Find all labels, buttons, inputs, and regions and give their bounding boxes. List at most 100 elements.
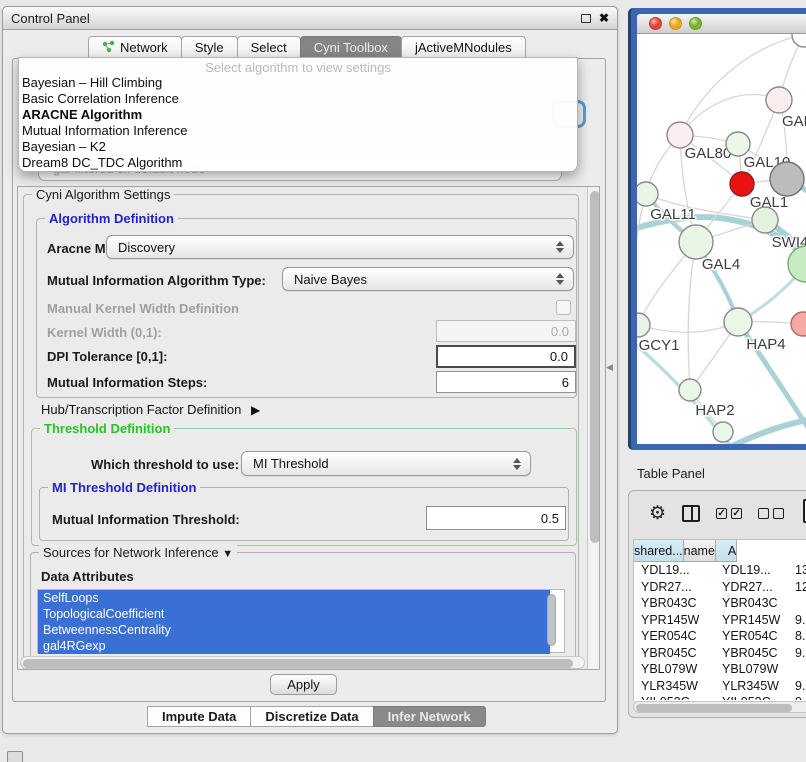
network-edge[interactable] xyxy=(637,194,646,325)
cell-value: 9. xyxy=(791,613,806,627)
tab[interactable]: Network xyxy=(88,36,182,59)
dpi-tolerance-field[interactable]: 0.0 xyxy=(436,345,576,368)
settings-horizontal-scrollbar[interactable] xyxy=(20,656,585,669)
cell-value: 8. xyxy=(791,629,806,643)
table-body: YDL19... YDL19... 13 YDR27... YDR27... 1… xyxy=(634,562,806,700)
cyni-algorithm-settings-group: Cyni Algorithm Settings Algorithm Defini… xyxy=(23,194,579,670)
close-traffic-light-icon[interactable] xyxy=(649,17,662,30)
table-column-header[interactable]: shared... xyxy=(634,540,684,562)
table-row[interactable]: YDL19... YDL19... 13 xyxy=(634,562,806,579)
network-node-hap2[interactable] xyxy=(679,379,701,401)
table-row[interactable]: YPR145W YPR145W 9. xyxy=(634,612,806,629)
data-attribute-item[interactable]: BetweennessCentrality xyxy=(38,622,550,638)
kernel-width-field[interactable]: 0.0 xyxy=(436,320,576,342)
table-row[interactable]: YDR27... YDR27... 12 xyxy=(634,579,806,596)
tab[interactable]: jActiveMNodules xyxy=(401,36,526,59)
mi-steps-field[interactable]: 6 xyxy=(436,371,576,393)
table-row[interactable]: YLR345W YLR345W 9. xyxy=(634,678,806,695)
threshold-definition-group: Threshold Definition Which threshold to … xyxy=(31,428,577,546)
table-horizontal-scrollbar[interactable] xyxy=(633,701,806,713)
cell-name: YBR043C xyxy=(715,596,791,610)
tab[interactable]: Select xyxy=(237,36,301,59)
bottom-tab[interactable]: Discretize Data xyxy=(250,706,373,727)
algorithm-dropdown-item[interactable]: Basic Correlation Inference xyxy=(22,91,574,107)
network-edge[interactable] xyxy=(688,242,696,390)
cell-name: YDR27... xyxy=(715,580,791,594)
network-node-gal[interactable] xyxy=(766,87,792,113)
network-node-hap4[interactable] xyxy=(724,308,752,336)
mi-threshold-label: Mutual Information Threshold: xyxy=(52,512,240,527)
data-attribute-item[interactable]: TopologicalCoefficient xyxy=(38,606,550,622)
minimize-traffic-light-icon[interactable] xyxy=(669,17,682,30)
algorithm-dropdown-item[interactable]: ARACNE Algorithm xyxy=(22,107,574,123)
control-panel-titlebar[interactable]: Control Panel ✖ xyxy=(2,6,618,30)
sources-group-title[interactable]: Sources for Network Inference ▼ xyxy=(39,545,237,560)
mi-algorithm-type-combobox[interactable]: Naive Bayes xyxy=(282,267,574,291)
network-node[interactable] xyxy=(770,162,804,196)
bottom-corner-icon[interactable] xyxy=(7,751,23,762)
hub-definition-label: Hub/Transcription Factor Definition xyxy=(41,402,241,417)
bottom-tab[interactable]: Infer Network xyxy=(373,706,486,727)
bottom-tab-label: Infer Network xyxy=(388,709,471,724)
table-column-header[interactable]: name xyxy=(684,540,716,562)
algorithm-dropdown-item[interactable]: Bayesian – K2 xyxy=(22,139,574,155)
algorithm-definition-group: Algorithm Definition Aracne Mode: Discov… xyxy=(36,218,577,398)
algorithm-dropdown-item[interactable]: Mutual Information Inference xyxy=(22,123,574,139)
mi-threshold-field[interactable]: 0.5 xyxy=(426,506,566,530)
table-row[interactable]: YBR045C YBR045C 9. xyxy=(634,645,806,662)
panel-collapse-arrow-icon[interactable]: ◀ xyxy=(606,362,613,373)
cell-value: 13 xyxy=(791,563,806,577)
table-row[interactable]: YIL052C YIL052C 9 xyxy=(634,694,806,700)
attributes-vertical-scrollbar[interactable] xyxy=(547,594,556,646)
show-columns-icon[interactable] xyxy=(682,505,700,522)
table-row[interactable]: YBR043C YBR043C xyxy=(634,595,806,612)
mi-threshold-definition-title: MI Threshold Definition xyxy=(48,480,200,495)
float-window-icon[interactable] xyxy=(581,14,591,23)
table-row[interactable]: YER054C YER054C 8. xyxy=(634,628,806,645)
network-node-gcy1[interactable] xyxy=(637,313,650,337)
which-threshold-combobox[interactable]: MI Threshold xyxy=(241,451,531,476)
cell-value: 9. xyxy=(791,679,806,693)
which-threshold-value: MI Threshold xyxy=(253,456,329,471)
data-attributes-list[interactable]: SelfLoops TopologicalCoefficient Between… xyxy=(37,589,565,653)
table-row[interactable]: YBL079W YBL079W xyxy=(634,661,806,678)
cell-shared-name: YIL052C xyxy=(634,695,715,700)
network-node-y[interactable] xyxy=(791,312,806,336)
settings-gear-icon[interactable]: ⚙ xyxy=(649,504,666,523)
cell-name: YLR345W xyxy=(715,679,791,693)
network-canvas[interactable]: GALGAL80GAL10GAL1GAL11SWI4GAL4GCY1HAP4YH… xyxy=(637,34,806,444)
algorithm-dropdown-item[interactable]: Dream8 DC_TDC Algorithm xyxy=(22,155,574,171)
network-node-gal11[interactable] xyxy=(637,182,658,206)
data-attribute-item[interactable]: gal4RGexp xyxy=(38,638,550,654)
zoom-traffic-light-icon[interactable] xyxy=(689,17,702,30)
network-node[interactable] xyxy=(788,246,806,282)
network-node[interactable] xyxy=(792,34,806,47)
tab[interactable]: Cyni Toolbox xyxy=(300,36,402,59)
bottom-tab[interactable]: Impute Data xyxy=(147,706,251,727)
cell-shared-name: YER054C xyxy=(634,629,715,643)
settings-vertical-scrollbar[interactable] xyxy=(587,187,600,670)
cell-name: YBL079W xyxy=(715,662,791,676)
network-node-label: HAP2 xyxy=(695,402,734,419)
network-node[interactable] xyxy=(713,422,733,442)
tab[interactable]: Style xyxy=(181,36,238,59)
close-icon[interactable]: ✖ xyxy=(599,13,609,23)
manual-kernel-width-checkbox[interactable] xyxy=(556,300,571,315)
algorithm-dropdown-item[interactable]: Bayesian – Hill Climbing xyxy=(22,75,574,91)
apply-button[interactable]: Apply xyxy=(270,674,337,695)
table-column-header[interactable]: A xyxy=(716,540,737,562)
network-node-gal4[interactable] xyxy=(679,225,713,259)
network-node-swi4[interactable] xyxy=(752,207,778,233)
data-attribute-item[interactable]: SelfLoops xyxy=(38,590,550,606)
cell-shared-name: YDL19... xyxy=(634,563,715,577)
hub-definition-expander[interactable]: Hub/Transcription Factor Definition ▶ xyxy=(41,402,260,417)
network-window-titlebar[interactable] xyxy=(637,14,806,34)
network-node-gal10[interactable] xyxy=(726,132,750,156)
manual-kernel-width-label: Manual Kernel Width Definition xyxy=(47,301,239,316)
aracne-mode-combobox[interactable]: Discovery xyxy=(106,235,574,259)
network-edge[interactable] xyxy=(680,94,779,135)
deselect-all-columns-icon[interactable] xyxy=(758,508,784,519)
select-all-columns-icon[interactable]: ✓✓ xyxy=(716,508,742,519)
network-node-gal1[interactable] xyxy=(730,172,754,196)
threshold-definition-title: Threshold Definition xyxy=(40,421,174,436)
